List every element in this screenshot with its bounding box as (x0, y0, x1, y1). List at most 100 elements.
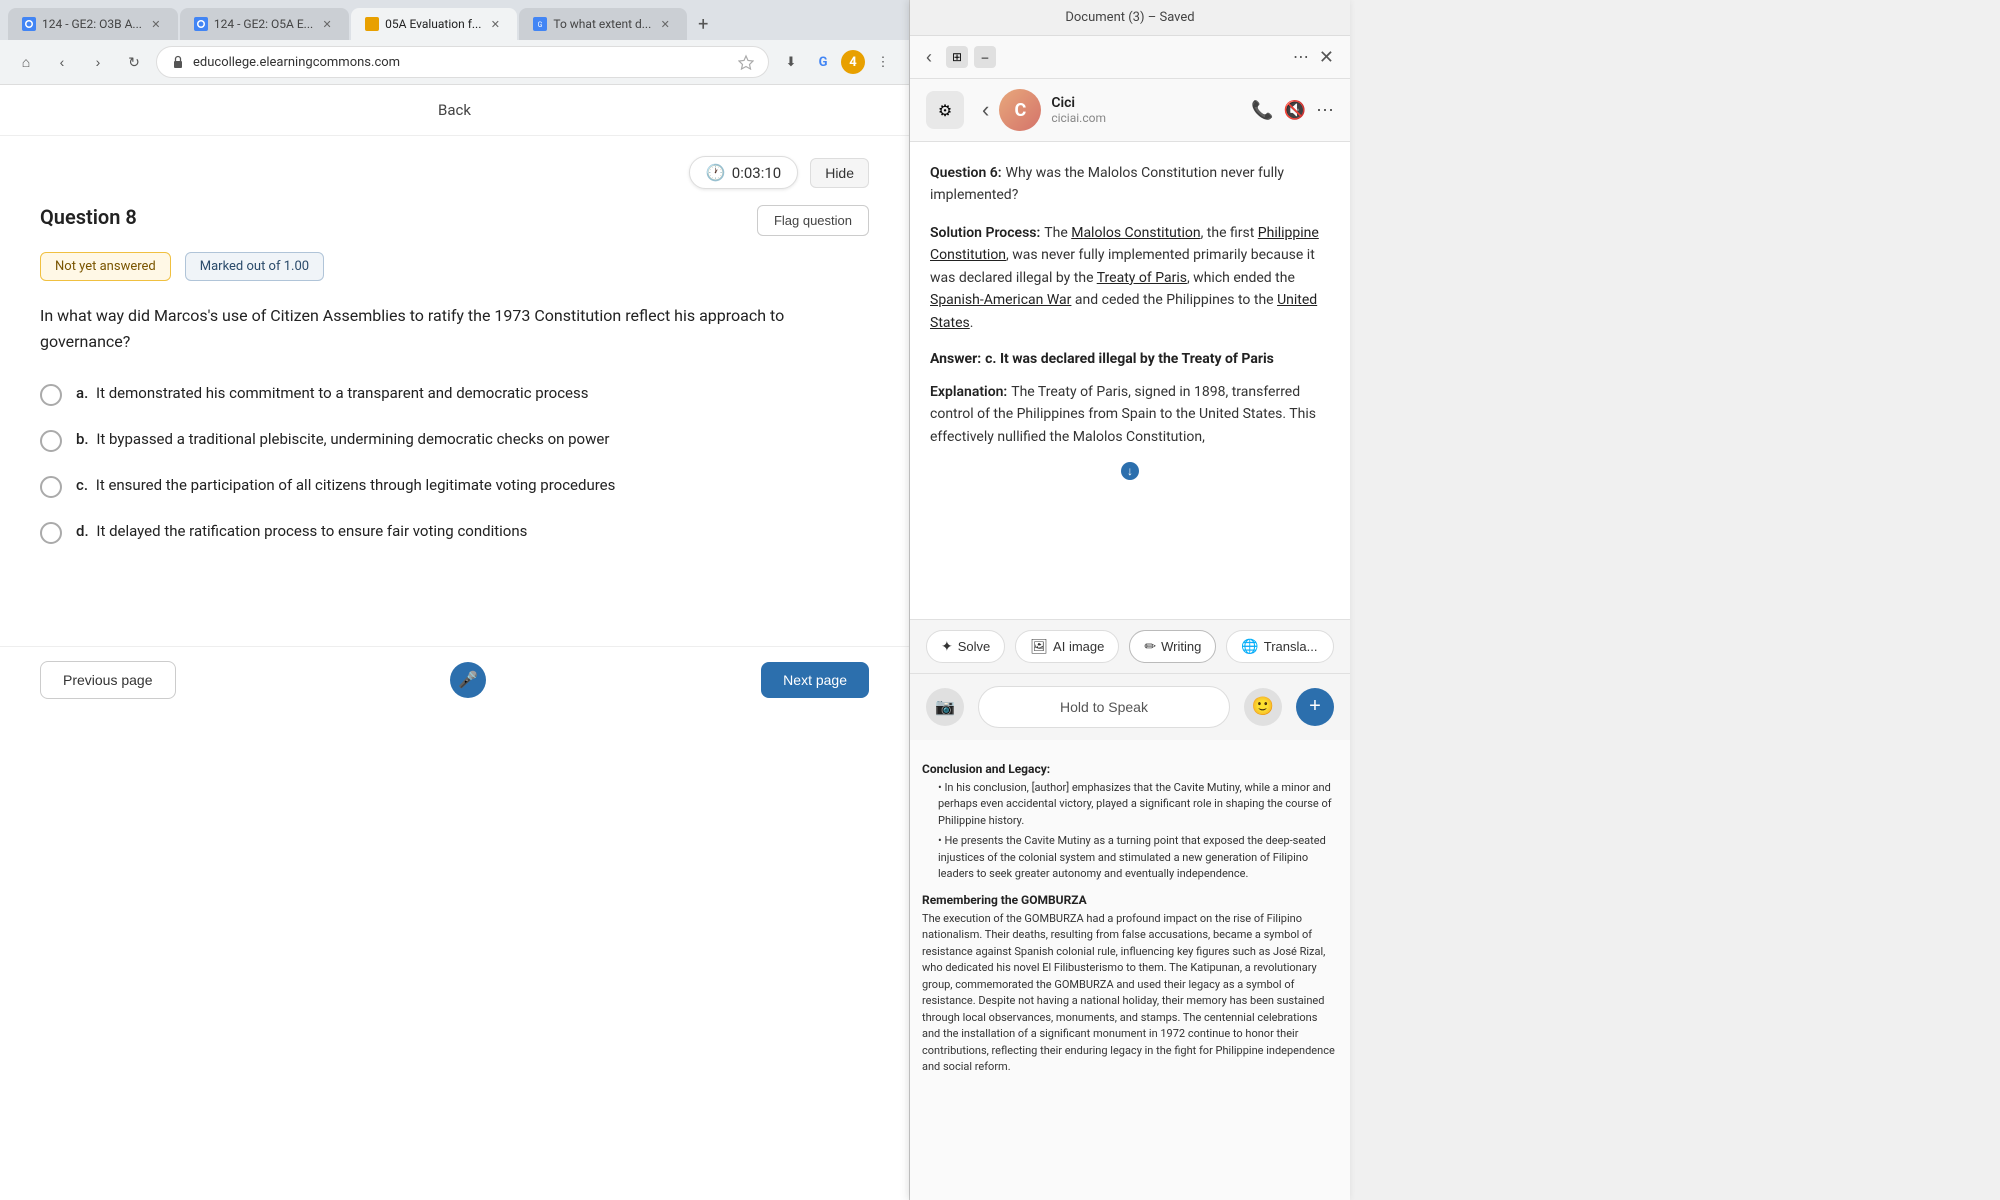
tab-4-label: To what extent d... (553, 17, 651, 31)
tab-1[interactable]: 124 - GE2: O3B A... ✕ (8, 8, 178, 40)
treaty-of-paris-link[interactable]: Treaty of Paris (1097, 270, 1187, 286)
ai-contact-bar: ⚙ ‹ C Cici ciciai.com 📞 🔇 ⋯ (910, 79, 1350, 142)
more-options-icon[interactable]: ⋯ (1316, 100, 1334, 121)
option-b-text: It bypassed a traditional plebiscite, un… (96, 430, 609, 448)
ai-overlay: Document (3) – Saved ‹ ⊞ – ⋯ ✕ ⚙ ‹ C Cic… (910, 0, 1350, 1200)
tab-2[interactable]: 124 - GE2: O5A E... ✕ (180, 8, 349, 40)
option-b[interactable]: b. It bypassed a traditional plebiscite,… (40, 428, 869, 452)
ai-minimize-button[interactable]: – (974, 46, 996, 68)
timer-bar: 🕐 0:03:10 Hide (40, 156, 869, 189)
option-c-radio[interactable] (40, 476, 62, 498)
tab-3-label: 05A Evaluation f... (385, 17, 481, 31)
address-text: educollege.elearningcommons.com (193, 55, 730, 70)
question-number: Question 8 (40, 205, 137, 229)
tab-2-label: 124 - GE2: O5A E... (214, 17, 313, 31)
ai-toolbar: ✦ Solve 🖼 AI image ✏ Writing 🌐 Transla..… (910, 619, 1350, 673)
back-link[interactable]: Back (438, 101, 471, 119)
tab-1-label: 124 - GE2: O3B A... (42, 17, 142, 31)
spanish-american-war-link[interactable]: Spanish-American War (930, 292, 1071, 308)
option-a-label: a. It demonstrated his commitment to a t… (76, 382, 588, 405)
phone-icon[interactable]: 📞 (1251, 100, 1273, 121)
next-page-button[interactable]: Next page (761, 662, 869, 698)
ai-solution-block: Solution Process: The Malolos Constituti… (930, 222, 1330, 334)
solve-icon: ✦ (941, 638, 953, 655)
doc-title: Document (3) – Saved (1065, 10, 1194, 25)
emoji-button[interactable]: 🙂 (1244, 688, 1282, 726)
ai-speak-bar: 📷 Hold to Speak 🙂 + (910, 673, 1350, 740)
svg-text:G: G (538, 21, 543, 29)
ai-image-button[interactable]: 🖼 AI image (1015, 630, 1119, 663)
ai-question-block: Question 6: Why was the Malolos Constitu… (930, 162, 1330, 206)
ai-contact-back-button[interactable]: ‹ (982, 97, 989, 123)
ai-header: ‹ ⊞ – ⋯ ✕ (910, 36, 1350, 79)
option-d[interactable]: d. It delayed the ratification process t… (40, 520, 869, 544)
tab-3-close[interactable]: ✕ (487, 16, 503, 32)
ai-expand-button[interactable]: ⊞ (946, 46, 968, 68)
writing-icon: ✏ (1144, 638, 1156, 655)
option-b-label: b. It bypassed a traditional plebiscite,… (76, 428, 609, 451)
option-a-text: It demonstrated his commitment to a tran… (96, 384, 588, 402)
tab-3[interactable]: 05A Evaluation f... ✕ (351, 8, 517, 40)
hold-to-speak-button[interactable]: Hold to Speak (978, 686, 1230, 728)
solve-button[interactable]: ✦ Solve (926, 630, 1005, 663)
more-menu-icon[interactable]: ⋮ (869, 48, 897, 76)
ai-more-button[interactable]: ⋯ (1293, 47, 1309, 67)
download-icon[interactable]: ⬇ (777, 48, 805, 76)
translate-button[interactable]: 🌐 Transla... (1226, 630, 1334, 663)
nav-bar: ⌂ ‹ › ↻ educollege.elearningcommons.com … (0, 40, 909, 84)
mute-icon[interactable]: 🔇 (1284, 100, 1306, 121)
translate-icon[interactable]: G (809, 48, 837, 76)
tab-bar: 124 - GE2: O3B A... ✕ 124 - GE2: O5A E..… (0, 0, 909, 40)
ai-close-button[interactable]: ✕ (1319, 47, 1334, 68)
tab-2-close[interactable]: ✕ (319, 16, 335, 32)
option-c-text: It ensured the participation of all citi… (96, 476, 616, 494)
right-side: Filipi grievan adds i ackno Outli 1. Int… (910, 0, 1350, 1200)
profile-icon[interactable]: 4 (841, 50, 865, 74)
ai-explanation-label: Explanation: (930, 384, 1007, 400)
tab-1-close[interactable]: ✕ (148, 16, 164, 32)
option-a[interactable]: a. It demonstrated his commitment to a t… (40, 382, 869, 406)
security-icon (171, 55, 185, 69)
option-d-radio[interactable] (40, 522, 62, 544)
doc-title-bar: Document (3) – Saved (910, 0, 1350, 36)
flag-button[interactable]: Flag question (757, 205, 869, 236)
back-button[interactable]: ‹ (48, 48, 76, 76)
option-b-radio[interactable] (40, 430, 62, 452)
option-a-radio[interactable] (40, 384, 62, 406)
ai-question-label: Question 6: (930, 165, 1002, 181)
not-answered-badge: Not yet answered (40, 252, 171, 281)
option-d-text: It delayed the ratification process to e… (96, 522, 527, 540)
ai-settings-icon[interactable]: ⚙ (926, 91, 964, 129)
doc-gomburza-text: The execution of the GOMBURZA had a prof… (922, 911, 1338, 1076)
option-c[interactable]: c. It ensured the participation of all c… (40, 474, 869, 498)
option-c-label: c. It ensured the participation of all c… (76, 474, 615, 497)
hide-button[interactable]: Hide (810, 158, 869, 188)
add-button[interactable]: + (1296, 688, 1334, 726)
writing-button[interactable]: ✏ Writing (1129, 630, 1216, 663)
ai-back-button[interactable]: ‹ (926, 47, 932, 68)
malolos-constitution-link[interactable]: Malolos Constitution (1071, 225, 1200, 241)
scroll-down-indicator[interactable]: ↓ (1121, 462, 1139, 480)
mic-button[interactable]: 🎤 (450, 662, 486, 698)
star-icon[interactable] (738, 54, 754, 70)
ai-content: Question 6: Why was the Malolos Constitu… (910, 142, 1350, 619)
doc-conclusion-bullet-2: • He presents the Cavite Mutiny as a tur… (938, 833, 1338, 883)
browser-panel: 124 - GE2: O3B A... ✕ 124 - GE2: O5A E..… (0, 0, 910, 1200)
ai-solution-label: Solution Process: (930, 225, 1040, 241)
camera-button[interactable]: 📷 (926, 688, 964, 726)
address-bar[interactable]: educollege.elearningcommons.com (156, 46, 769, 78)
previous-page-button[interactable]: Previous page (40, 661, 176, 699)
ai-contact-domain: ciciai.com (1051, 111, 1241, 125)
question-text: In what way did Marcos's use of Citizen … (40, 303, 869, 354)
timer-pill: 🕐 0:03:10 (689, 156, 798, 189)
nav-icons: ⬇ G 4 ⋮ (777, 48, 897, 76)
home-button[interactable]: ⌂ (12, 48, 40, 76)
refresh-button[interactable]: ↻ (120, 48, 148, 76)
ai-image-label: AI image (1053, 639, 1104, 654)
forward-button[interactable]: › (84, 48, 112, 76)
marks-badge: Marked out of 1.00 (185, 252, 324, 281)
tab-4-close[interactable]: ✕ (657, 16, 673, 32)
bottom-nav: Previous page 🎤 Next page (0, 646, 909, 713)
tab-4[interactable]: G To what extent d... ✕ (519, 8, 687, 40)
new-tab-button[interactable]: + (689, 10, 717, 38)
